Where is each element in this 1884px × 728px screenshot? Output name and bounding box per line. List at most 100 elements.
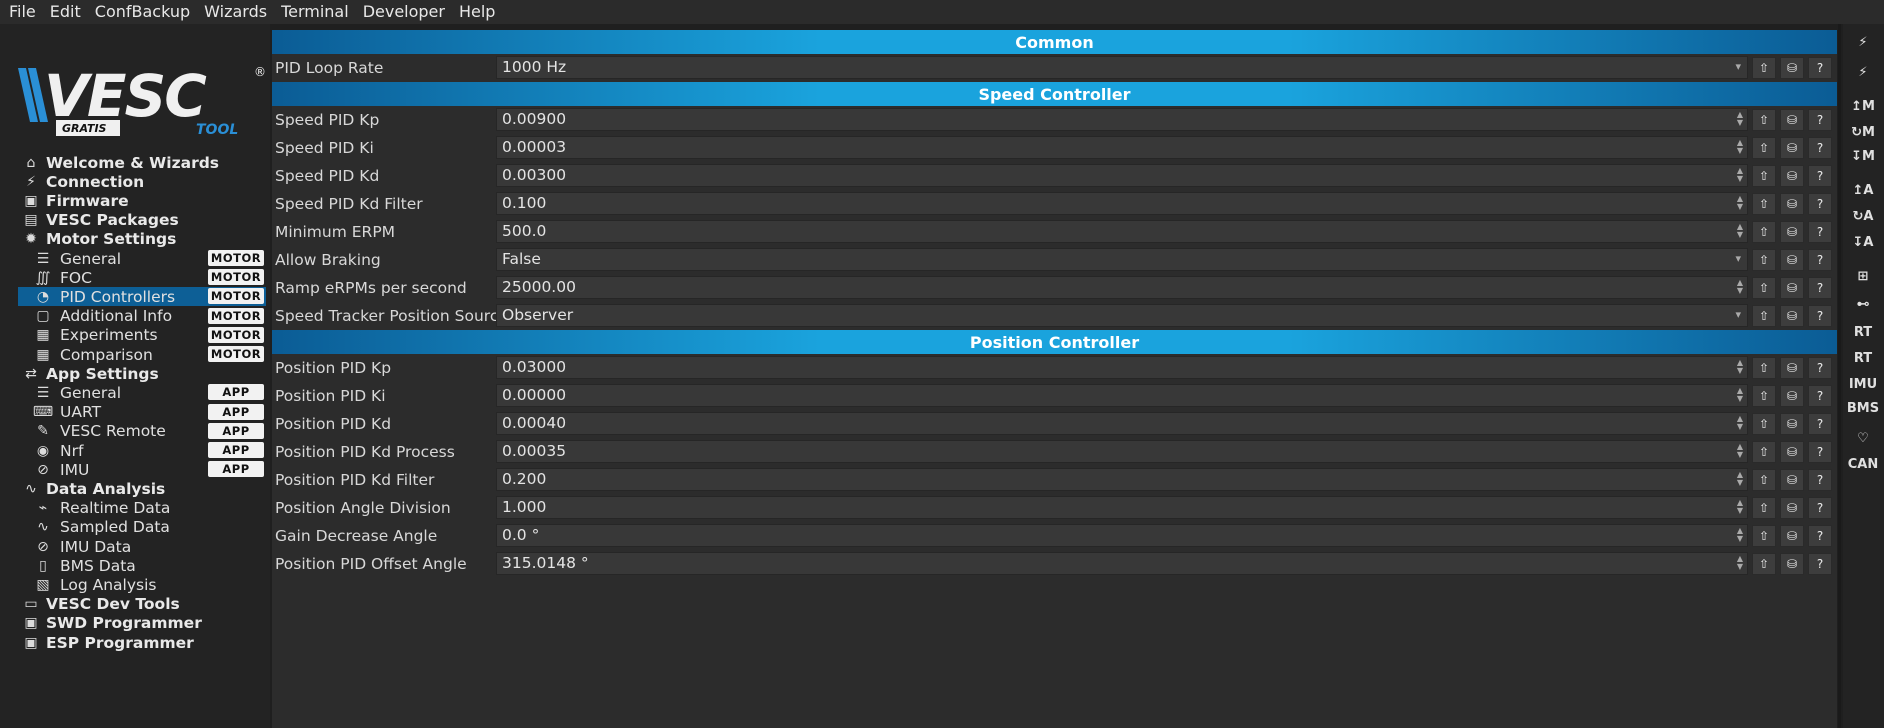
menu-help[interactable]: Help xyxy=(452,0,502,24)
upload-button[interactable]: ⇧ xyxy=(1752,193,1776,215)
sidebar-item-swd-programmer[interactable]: ▣ SWD Programmer xyxy=(18,614,266,633)
param-spinbox[interactable]: 25000.00 ▲ ▼ xyxy=(496,276,1748,299)
read-default-motor-config-icon[interactable]: ↻M xyxy=(1847,120,1879,144)
storage-button[interactable]: ⛁ xyxy=(1780,553,1804,575)
read-app-config-icon[interactable]: ↥A xyxy=(1847,178,1879,202)
sidebar-item-realtime-data[interactable]: ⌁ Realtime Data xyxy=(18,499,266,518)
param-spinbox[interactable]: 0.03000 ▲ ▼ xyxy=(496,356,1748,379)
help-button[interactable]: ? xyxy=(1808,221,1832,243)
sidebar-item-log-analysis[interactable]: ▧ Log Analysis xyxy=(18,575,266,594)
menu-developer[interactable]: Developer xyxy=(356,0,452,24)
spin-arrows-icon[interactable]: ▲ ▼ xyxy=(1735,443,1745,460)
spin-arrows-icon[interactable]: ▲ ▼ xyxy=(1735,223,1745,240)
param-dropdown[interactable]: False ▾ xyxy=(496,248,1748,271)
help-button[interactable]: ? xyxy=(1808,57,1832,79)
sidebar-item-app-settings[interactable]: ⇄ App Settings xyxy=(18,364,266,383)
param-spinbox[interactable]: 315.0148 ° ▲ ▼ xyxy=(496,552,1748,575)
upload-button[interactable]: ⇧ xyxy=(1752,525,1776,547)
storage-button[interactable]: ⛁ xyxy=(1780,469,1804,491)
storage-button[interactable]: ⛁ xyxy=(1780,305,1804,327)
help-button[interactable]: ? xyxy=(1808,413,1832,435)
param-dropdown[interactable]: 1000 Hz ▾ xyxy=(496,56,1748,79)
help-button[interactable]: ? xyxy=(1808,385,1832,407)
menu-wizards[interactable]: Wizards xyxy=(197,0,274,24)
help-button[interactable]: ? xyxy=(1808,165,1832,187)
help-button[interactable]: ? xyxy=(1808,441,1832,463)
param-spinbox[interactable]: 500.0 ▲ ▼ xyxy=(496,220,1748,243)
help-button[interactable]: ? xyxy=(1808,109,1832,131)
storage-button[interactable]: ⛁ xyxy=(1780,413,1804,435)
param-dropdown[interactable]: Observer ▾ xyxy=(496,304,1748,327)
upload-button[interactable]: ⇧ xyxy=(1752,553,1776,575)
upload-button[interactable]: ⇧ xyxy=(1752,137,1776,159)
sidebar-item-experiments[interactable]: ▦ Experiments MOTOR xyxy=(18,326,266,345)
realtime-data-icon[interactable]: RT xyxy=(1847,320,1879,344)
upload-button[interactable]: ⇧ xyxy=(1752,221,1776,243)
sidebar-item-bms-data[interactable]: ▯ BMS Data xyxy=(18,556,266,575)
read-motor-config-icon[interactable]: ↥M xyxy=(1847,94,1879,118)
sidebar-item-firmware[interactable]: ▣ Firmware xyxy=(18,191,266,210)
upload-button[interactable]: ⇧ xyxy=(1752,357,1776,379)
sidebar-item-pid-controllers[interactable]: ◔ PID Controllers MOTOR xyxy=(18,287,266,307)
heart-icon[interactable]: ♡ xyxy=(1847,426,1879,450)
sidebar-item-motor-settings[interactable]: ✹ Motor Settings xyxy=(18,230,266,249)
sidebar-item-nrf[interactable]: ◉ Nrf APP xyxy=(18,441,266,460)
sidebar-item-additional-info[interactable]: ▢ Additional Info MOTOR xyxy=(18,307,266,326)
help-button[interactable]: ? xyxy=(1808,553,1832,575)
help-button[interactable]: ? xyxy=(1808,497,1832,519)
sidebar-item-vesc-remote[interactable]: ✎ VESC Remote APP xyxy=(18,422,266,441)
upload-button[interactable]: ⇧ xyxy=(1752,165,1776,187)
sidebar-item-data-analysis[interactable]: ∿ Data Analysis xyxy=(18,479,266,498)
upload-button[interactable]: ⇧ xyxy=(1752,413,1776,435)
help-button[interactable]: ? xyxy=(1808,137,1832,159)
imu-data-icon[interactable]: IMU xyxy=(1847,372,1879,396)
help-button[interactable]: ? xyxy=(1808,249,1832,271)
spin-arrows-icon[interactable]: ▲ ▼ xyxy=(1735,195,1745,212)
storage-button[interactable]: ⛁ xyxy=(1780,525,1804,547)
sidebar-item-sampled-data[interactable]: ∿ Sampled Data xyxy=(18,518,266,537)
storage-button[interactable]: ⛁ xyxy=(1780,385,1804,407)
param-spinbox[interactable]: 0.00040 ▲ ▼ xyxy=(496,412,1748,435)
help-button[interactable]: ? xyxy=(1808,357,1832,379)
sidebar-item-vesc-packages[interactable]: ▤ VESC Packages xyxy=(18,211,266,230)
param-spinbox[interactable]: 0.100 ▲ ▼ xyxy=(496,192,1748,215)
storage-button[interactable]: ⛁ xyxy=(1780,441,1804,463)
storage-button[interactable]: ⛁ xyxy=(1780,249,1804,271)
upload-button[interactable]: ⇧ xyxy=(1752,57,1776,79)
help-button[interactable]: ? xyxy=(1808,525,1832,547)
param-spinbox[interactable]: 0.00000 ▲ ▼ xyxy=(496,384,1748,407)
storage-button[interactable]: ⛁ xyxy=(1780,193,1804,215)
param-spinbox[interactable]: 0.00035 ▲ ▼ xyxy=(496,440,1748,463)
sidebar-item-vesc-dev-tools[interactable]: ▭ VESC Dev Tools xyxy=(18,595,266,614)
sidebar-item-esp-programmer[interactable]: ▣ ESP Programmer xyxy=(18,633,266,652)
menu-confbackup[interactable]: ConfBackup xyxy=(88,0,197,24)
sidebar-item-imu-data[interactable]: ⊘ IMU Data xyxy=(18,537,266,556)
param-spinbox[interactable]: 0.00300 ▲ ▼ xyxy=(496,164,1748,187)
sidebar-item-welcome-wizards[interactable]: ⌂ Welcome & Wizards xyxy=(18,153,266,172)
realtime-app-data-icon[interactable]: RT xyxy=(1847,346,1879,370)
upload-button[interactable]: ⇧ xyxy=(1752,109,1776,131)
connect-icon[interactable]: ⚡ xyxy=(1847,30,1879,54)
upload-button[interactable]: ⇧ xyxy=(1752,469,1776,491)
spin-arrows-icon[interactable]: ▲ ▼ xyxy=(1735,279,1745,296)
storage-button[interactable]: ⛁ xyxy=(1780,57,1804,79)
spin-arrows-icon[interactable]: ▲ ▼ xyxy=(1735,555,1745,572)
bms-data-icon[interactable]: BMS xyxy=(1847,396,1879,420)
param-spinbox[interactable]: 0.00900 ▲ ▼ xyxy=(496,108,1748,131)
spin-arrows-icon[interactable]: ▲ ▼ xyxy=(1735,111,1745,128)
upload-button[interactable]: ⇧ xyxy=(1752,497,1776,519)
can-fwd-icon[interactable]: CAN xyxy=(1847,452,1879,476)
disconnect-icon[interactable]: ⚡ xyxy=(1847,60,1879,84)
sidebar-item-foc[interactable]: ∭ FOC MOTOR xyxy=(18,268,266,287)
storage-button[interactable]: ⛁ xyxy=(1780,165,1804,187)
spin-arrows-icon[interactable]: ▲ ▼ xyxy=(1735,499,1745,516)
write-app-config-icon[interactable]: ↧A xyxy=(1847,230,1879,254)
sidebar-item-comparison[interactable]: ▦ Comparison MOTOR xyxy=(18,345,266,364)
spin-arrows-icon[interactable]: ▲ ▼ xyxy=(1735,167,1745,184)
menu-file[interactable]: File xyxy=(0,0,43,24)
storage-button[interactable]: ⛁ xyxy=(1780,497,1804,519)
storage-button[interactable]: ⛁ xyxy=(1780,137,1804,159)
menu-edit[interactable]: Edit xyxy=(43,0,88,24)
write-motor-config-icon[interactable]: ↧M xyxy=(1847,144,1879,168)
help-button[interactable]: ? xyxy=(1808,193,1832,215)
